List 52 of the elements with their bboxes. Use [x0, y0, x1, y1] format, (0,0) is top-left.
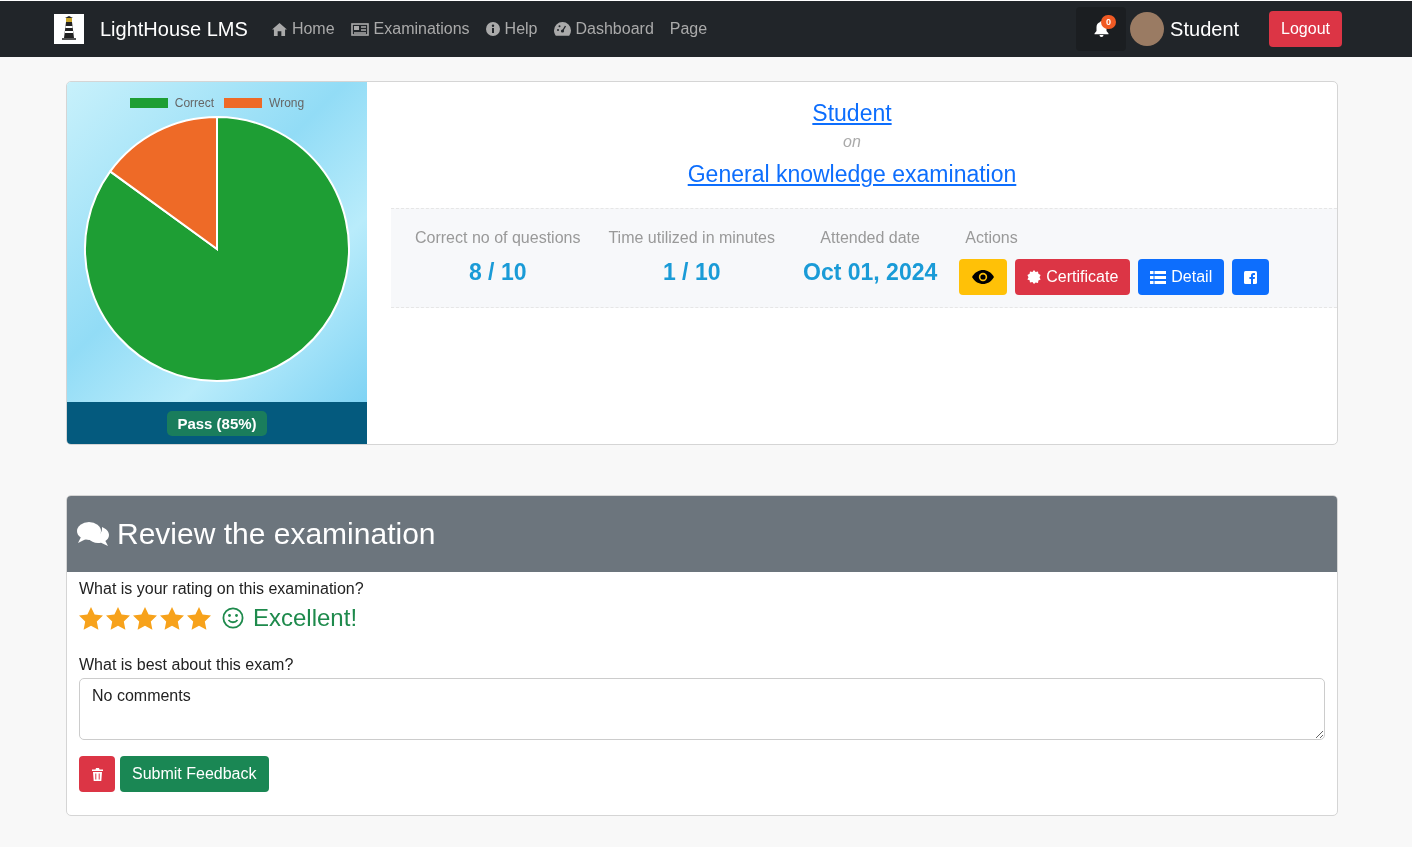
list-icon [1150, 270, 1167, 284]
on-text: on [843, 133, 861, 151]
brand-name[interactable]: LightHouse LMS [100, 17, 248, 41]
view-button[interactable] [959, 259, 1008, 295]
legend-label: Wrong [269, 96, 305, 110]
comment-label: What is best about this exam? [79, 656, 295, 674]
certificate-button[interactable]: Certificate [1015, 259, 1131, 295]
home-icon [271, 22, 287, 36]
smiley-icon [222, 607, 244, 629]
trash-icon [91, 767, 103, 781]
comment-field[interactable]: No comments [79, 678, 1325, 740]
delete-button[interactable] [79, 756, 115, 792]
rating-text: Excellent! [253, 604, 358, 632]
star-icon[interactable] [160, 606, 184, 630]
dashboard-icon [553, 22, 571, 36]
user-name[interactable]: Student [1170, 17, 1240, 41]
pass-badge: Pass (85%) [167, 410, 267, 436]
stat-label: Time utilized in minutes [608, 229, 775, 247]
rating-question: What is your rating on this examination? [79, 580, 365, 598]
comments-icon [77, 521, 109, 547]
nav-link[interactable]: Home [271, 20, 335, 38]
logout-button[interactable]: Logout [1269, 11, 1342, 47]
nav-link[interactable]: Dashboard [553, 20, 654, 38]
avatar[interactable] [1130, 12, 1165, 46]
detail-button[interactable]: Detail [1138, 259, 1225, 295]
nav-link[interactable]: Examinations [350, 20, 470, 38]
newspaper-icon [350, 22, 369, 36]
star-icon[interactable] [187, 606, 211, 630]
facebook-icon [1244, 270, 1258, 284]
nav-link[interactable]: Page [669, 20, 708, 38]
certificate-icon [1027, 270, 1042, 284]
student-link[interactable]: Student [812, 100, 892, 127]
lighthouse-logo[interactable] [54, 14, 84, 44]
exam-link[interactable]: General knowledge examination [687, 161, 1017, 188]
notification-button[interactable]: 0 [1076, 7, 1127, 51]
review-title: Review the examination [117, 517, 436, 551]
legend-label: Correct [174, 96, 215, 110]
star-icon[interactable] [106, 606, 130, 630]
stat-label: Attended date [820, 229, 920, 247]
eye-icon [971, 270, 996, 284]
star-icon[interactable] [79, 606, 103, 630]
stat-label: Correct no of questions [415, 229, 581, 247]
actions-label: Actions [964, 229, 1019, 247]
notification-count: 0 [1101, 15, 1117, 29]
submit-feedback-button[interactable]: Submit Feedback [120, 756, 269, 792]
stat-value: 8 / 10 [468, 259, 527, 286]
nav-link[interactable]: Help [485, 20, 538, 38]
info-icon [485, 22, 500, 36]
star-icon[interactable] [133, 606, 157, 630]
stat-value: Oct 01, 2024 [803, 259, 938, 286]
stat-value: 1 / 10 [662, 259, 721, 286]
facebook-share-button[interactable] [1232, 259, 1270, 295]
